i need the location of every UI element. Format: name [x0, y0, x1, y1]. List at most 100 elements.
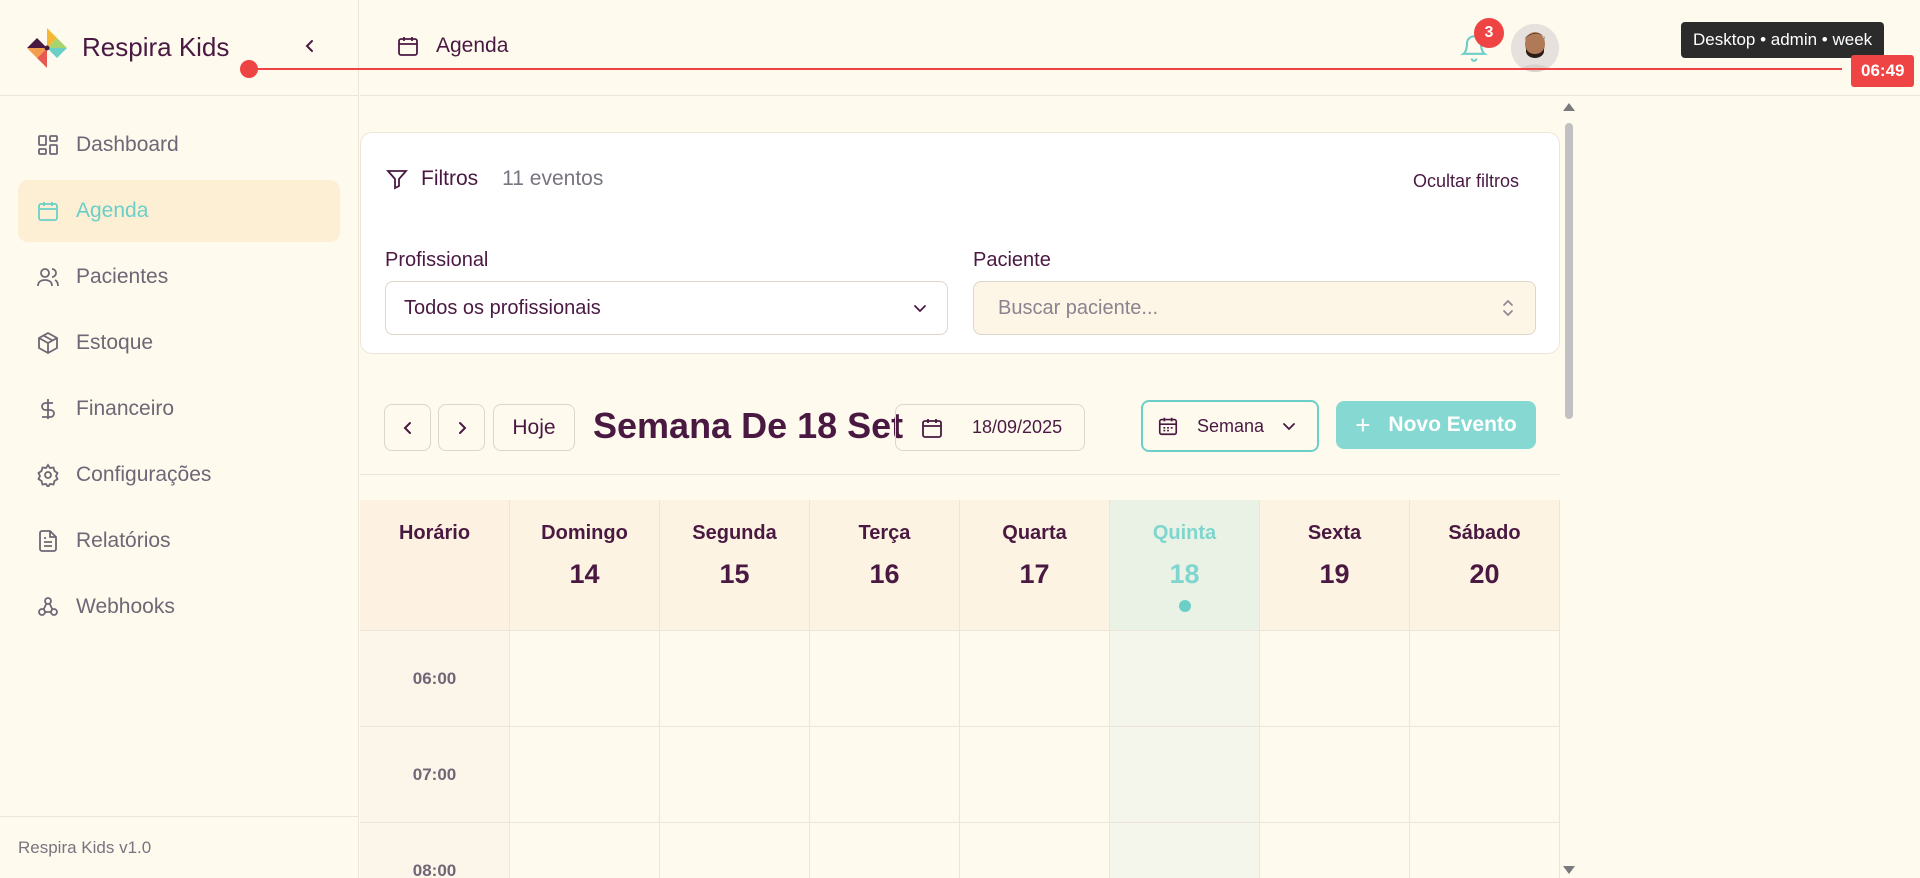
calendar-cell[interactable]: [810, 823, 960, 878]
calendar-cell[interactable]: [660, 727, 810, 822]
gear-icon: [37, 463, 59, 487]
new-event-label: Novo Evento: [1388, 413, 1517, 436]
professional-select[interactable]: Todos os profissionais: [385, 281, 948, 335]
time-slot-label: 07:00: [360, 727, 510, 822]
sidebar-item-label: Estoque: [76, 331, 154, 354]
day-header-sunday[interactable]: Domingo 14: [510, 500, 660, 630]
users-icon: [37, 268, 59, 287]
day-header-thursday-today[interactable]: Quinta 18: [1110, 500, 1260, 630]
sidebar-item-agenda[interactable]: Agenda: [18, 180, 340, 242]
scroll-up-arrow-icon[interactable]: [1563, 103, 1575, 111]
calendar-cell[interactable]: [960, 631, 1110, 726]
time-column-header: Horário: [360, 500, 510, 630]
day-header-friday[interactable]: Sexta 19: [1260, 500, 1410, 630]
day-number: 18: [1169, 559, 1200, 589]
chevrons-up-down-icon: [1503, 299, 1513, 317]
page-title-text: Agenda: [436, 34, 509, 57]
view-select[interactable]: Semana: [1141, 400, 1319, 452]
calendar-icon: [922, 418, 942, 438]
sidebar-item-label: Configurações: [76, 463, 212, 486]
sidebar-item-configuracoes[interactable]: Configurações: [18, 444, 340, 506]
calendar-cell[interactable]: [1410, 631, 1560, 726]
pinwheel-logo-icon: [27, 27, 67, 68]
sidebar-item-financeiro[interactable]: Financeiro: [18, 378, 340, 440]
dollar-icon: [41, 399, 55, 419]
sidebar-item-dashboard[interactable]: Dashboard: [18, 114, 340, 176]
brand-header: Respira Kids: [0, 0, 358, 96]
scroll-down-arrow-icon[interactable]: [1563, 866, 1575, 874]
week-title: Semana De 18 Set: [593, 405, 904, 446]
sidebar-item-label: Pacientes: [76, 265, 169, 288]
calendar-cell[interactable]: [1410, 823, 1560, 878]
filters-panel: Filtros 11 eventos Ocultar filtros Profi…: [360, 132, 1560, 354]
chevron-left-icon: [305, 40, 313, 52]
view-select-value: Semana: [1197, 415, 1265, 436]
day-name: Quarta: [1002, 522, 1067, 544]
user-avatar-icon: [1511, 24, 1559, 72]
brand-name: Respira Kids: [82, 32, 230, 62]
calendar-cell[interactable]: [810, 727, 960, 822]
filters-header: Filtros 11 eventos: [385, 167, 603, 191]
calendar-toolbar: Hoje Semana De 18 Set 18/09/2025 Semana …: [360, 365, 1560, 475]
avatar[interactable]: [1511, 24, 1559, 72]
calendar-cell[interactable]: [1260, 823, 1410, 878]
sidebar-item-webhooks[interactable]: Webhooks: [18, 576, 340, 638]
day-number: 14: [569, 559, 600, 589]
calendar-cell[interactable]: [660, 823, 810, 878]
time-row: 07:00: [360, 727, 1560, 823]
current-time-dot: [240, 60, 258, 78]
sidebar-item-label: Relatórios: [76, 529, 171, 552]
day-number: 20: [1469, 559, 1500, 589]
today-button[interactable]: Hoje: [493, 404, 575, 451]
hide-filters-button[interactable]: Ocultar filtros: [1413, 171, 1519, 192]
calendar-cell[interactable]: [960, 727, 1110, 822]
collapse-sidebar-button[interactable]: [298, 34, 322, 58]
sidebar-item-pacientes[interactable]: Pacientes: [18, 246, 340, 308]
notification-count-badge: 3: [1474, 18, 1504, 48]
calendar-cell[interactable]: [510, 823, 660, 878]
day-number: 17: [1019, 559, 1050, 589]
sidebar-item-label: Agenda: [76, 199, 149, 222]
calendar-cell[interactable]: [810, 631, 960, 726]
day-header-monday[interactable]: Segunda 15: [660, 500, 810, 630]
calendar-cell[interactable]: [510, 631, 660, 726]
time-slot-label: 06:00: [360, 631, 510, 726]
calendar-cell[interactable]: [960, 823, 1110, 878]
calendar-cell[interactable]: [1260, 631, 1410, 726]
day-name: Terça: [858, 522, 911, 544]
calendar-cell[interactable]: [660, 631, 810, 726]
sidebar-item-estoque[interactable]: Estoque: [18, 312, 340, 374]
day-header-tuesday[interactable]: Terça 16: [810, 500, 960, 630]
scrollbar-thumb[interactable]: [1565, 123, 1573, 419]
new-event-button[interactable]: + Novo Evento: [1336, 401, 1536, 449]
calendar-cell[interactable]: [1410, 727, 1560, 822]
calendar-cell-today[interactable]: [1110, 727, 1260, 822]
day-header-saturday[interactable]: Sábado 20: [1410, 500, 1560, 630]
calendar-cell-today[interactable]: [1110, 631, 1260, 726]
day-header-wednesday[interactable]: Quarta 17: [960, 500, 1110, 630]
calendar-header-row: Horário Domingo 14 Segunda 15 Terça 16 Q…: [360, 500, 1560, 631]
previous-week-button[interactable]: [384, 404, 431, 451]
calendar-cell[interactable]: [510, 727, 660, 822]
sidebar-item-label: Financeiro: [76, 397, 175, 420]
next-week-button[interactable]: [438, 404, 485, 451]
patient-search-combobox[interactable]: Buscar paciente...: [973, 281, 1536, 335]
chevron-left-icon: [403, 421, 411, 434]
main-scrollbar[interactable]: [1562, 97, 1576, 878]
calendar-cell-today[interactable]: [1110, 823, 1260, 878]
day-number: 19: [1319, 559, 1350, 589]
date-picker[interactable]: 18/09/2025: [895, 404, 1085, 451]
sidebar-nav: Dashboard Agenda Pacientes Estoque Finan…: [0, 96, 358, 638]
file-icon: [39, 530, 57, 552]
time-row: 06:00: [360, 631, 1560, 727]
viewport-info-badge: Desktop • admin • week: [1681, 22, 1885, 58]
plus-icon: +: [1355, 409, 1371, 440]
dashboard-icon: [38, 135, 58, 155]
time-slot-label: 08:00: [360, 823, 510, 878]
professional-label: Profissional: [385, 249, 489, 271]
calendar-cell[interactable]: [1260, 727, 1410, 822]
current-time-line: [248, 68, 1842, 70]
week-calendar: Horário Domingo 14 Segunda 15 Terça 16 Q…: [360, 500, 1560, 878]
sidebar-item-relatorios[interactable]: Relatórios: [18, 510, 340, 572]
day-name: Segunda: [692, 522, 777, 544]
